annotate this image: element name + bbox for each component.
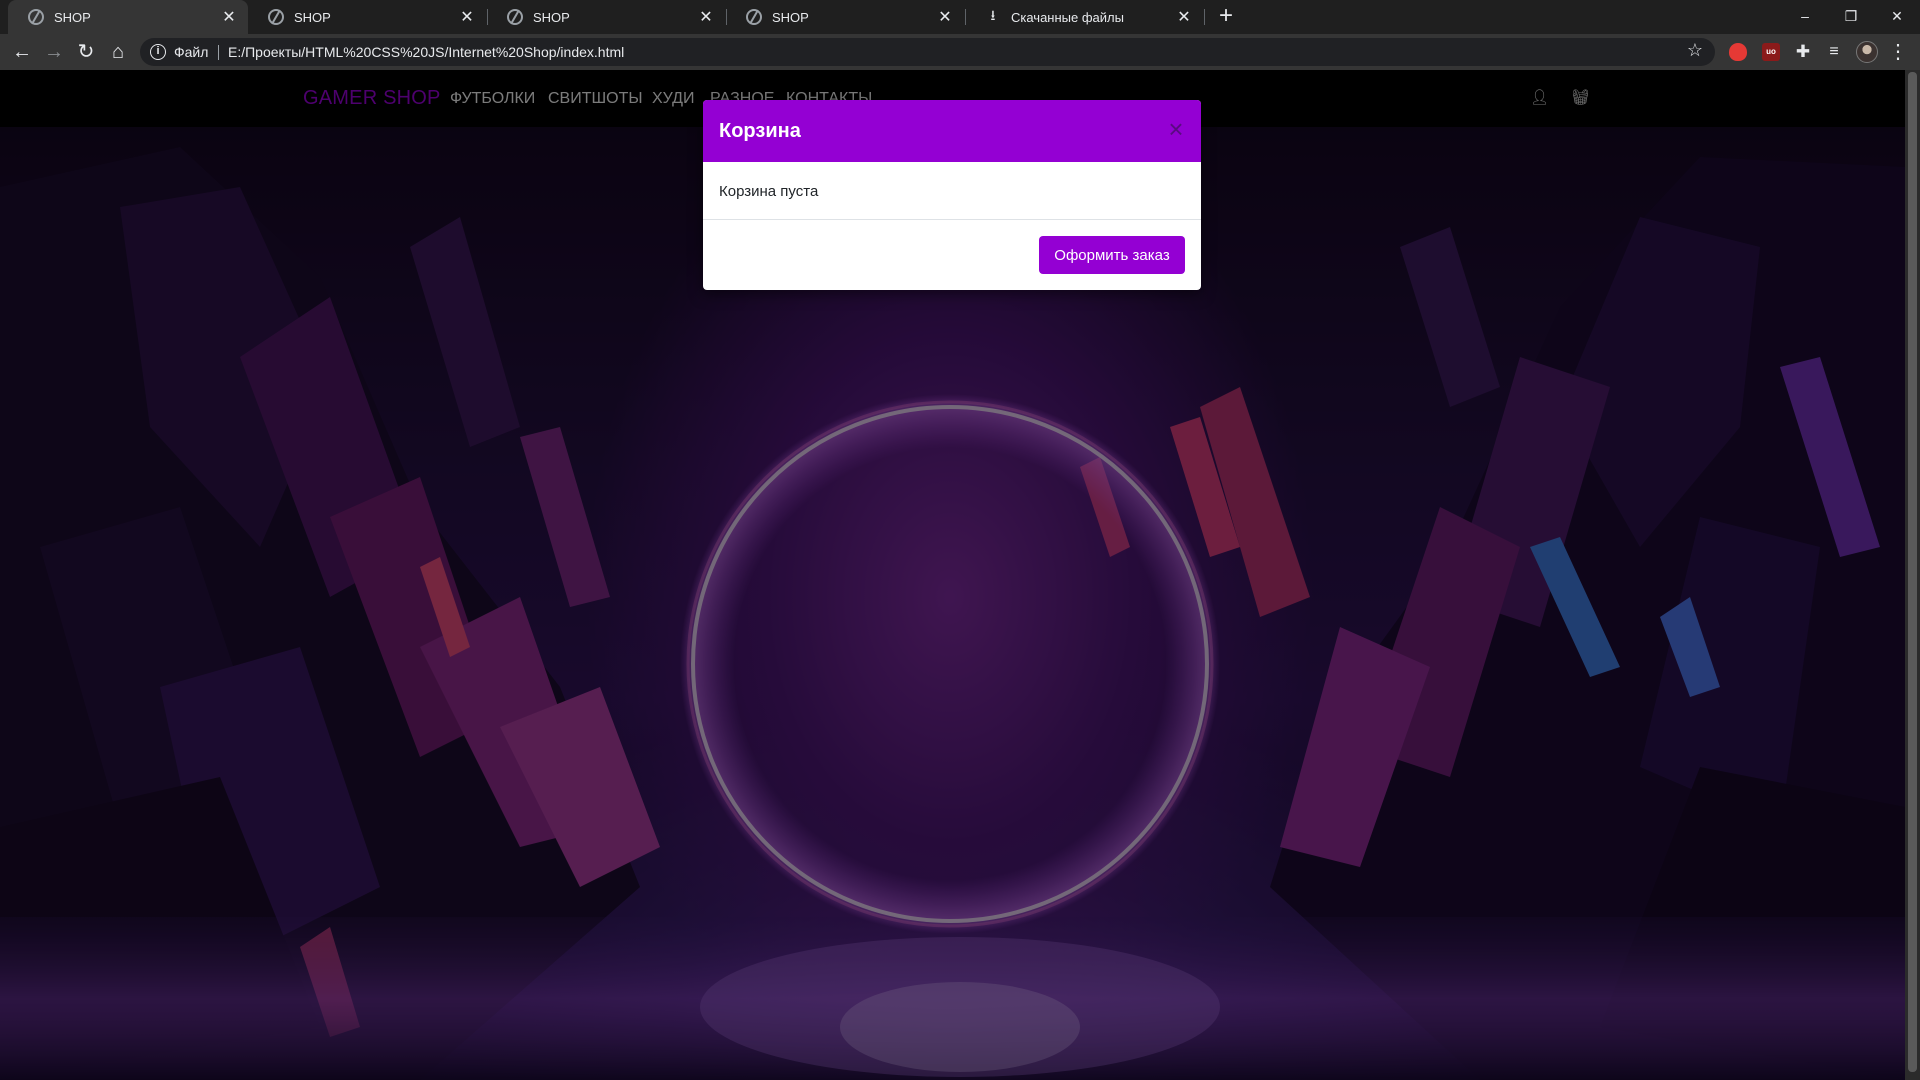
restore-button[interactable]: ❐ (1828, 0, 1874, 34)
globe-icon (28, 9, 44, 25)
browser-toolbar: ← → ↻ ⌂ i Файл E:/Проекты/HTML%20CSS%20J… (0, 34, 1920, 70)
cart-modal: Корзина × Корзина пуста Оформить заказ (703, 100, 1201, 290)
close-tab-icon[interactable]: ✕ (1175, 7, 1193, 27)
minimize-button[interactable]: – (1782, 0, 1828, 34)
browser-tab[interactable]: SHOP ✕ (726, 0, 964, 34)
tab-title: SHOP (294, 9, 331, 25)
close-tab-icon[interactable]: ✕ (458, 7, 476, 27)
cart-modal-header: Корзина × (703, 100, 1201, 162)
tab-title: SHOP (54, 9, 91, 25)
globe-icon (507, 9, 523, 25)
address-divider (218, 45, 219, 60)
download-icon: ⭳ (990, 7, 996, 23)
close-tab-icon[interactable]: ✕ (697, 7, 715, 27)
tab-separator (1204, 9, 1205, 25)
cart-modal-body: Корзина пуста (703, 162, 1201, 220)
cart-modal-footer: Оформить заказ (703, 220, 1201, 290)
browser-tab[interactable]: ⭳ Скачанные файлы ✕ (965, 0, 1203, 34)
browser-tab[interactable]: SHOP ✕ (248, 0, 486, 34)
bookmark-star-icon[interactable]: ☆ (1687, 40, 1703, 61)
browser-tab[interactable]: SHOP ✕ (487, 0, 725, 34)
info-icon[interactable]: i (150, 44, 166, 60)
browser-tab[interactable]: SHOP ✕ (8, 0, 248, 34)
globe-icon (746, 9, 762, 25)
tab-title: Скачанные файлы (1011, 9, 1124, 25)
close-tab-icon[interactable]: ✕ (936, 7, 954, 27)
new-tab-button[interactable]: + (1212, 3, 1240, 31)
scrollbar-thumb[interactable] (1908, 72, 1917, 1072)
cart-empty-message: Корзина пуста (719, 183, 819, 200)
home-button[interactable]: ⌂ (104, 39, 132, 65)
tab-title: SHOP (772, 9, 809, 25)
checkout-button[interactable]: Оформить заказ (1039, 236, 1185, 274)
address-scheme-label: Файл (174, 44, 209, 60)
extensions-puzzle-icon[interactable]: ✚ (1794, 43, 1812, 61)
cart-modal-title: Корзина (719, 120, 801, 142)
browser-menu-icon[interactable]: ⋮ (1888, 39, 1908, 65)
browser-tab-strip: SHOP ✕ SHOP ✕ SHOP ✕ SHOP ✕ ⭳ Скачанные … (0, 0, 1920, 34)
opera-extension-icon[interactable] (1729, 43, 1747, 61)
address-bar[interactable]: i Файл E:/Проекты/HTML%20CSS%20JS/Intern… (140, 38, 1715, 66)
reload-button[interactable]: ↻ (72, 39, 100, 65)
media-queue-icon[interactable]: ≡ (1825, 43, 1843, 61)
forward-button[interactable]: → (40, 39, 68, 65)
page-scrollbar[interactable] (1905, 70, 1920, 1080)
page-viewport: GAMER SHOP ФУТБОЛКИ СВИТШОТЫ ХУДИ РАЗНОЕ… (0, 70, 1920, 1080)
tab-title: SHOP (533, 9, 570, 25)
profile-avatar[interactable] (1856, 41, 1878, 63)
address-url[interactable]: E:/Проекты/HTML%20CSS%20JS/Internet%20Sh… (228, 44, 624, 60)
ublock-extension-icon[interactable]: uo (1762, 43, 1780, 61)
globe-icon (268, 9, 284, 25)
close-window-button[interactable]: ✕ (1874, 0, 1920, 34)
back-button[interactable]: ← (8, 39, 36, 65)
close-tab-icon[interactable]: ✕ (220, 7, 238, 27)
close-icon[interactable]: × (1165, 116, 1187, 142)
